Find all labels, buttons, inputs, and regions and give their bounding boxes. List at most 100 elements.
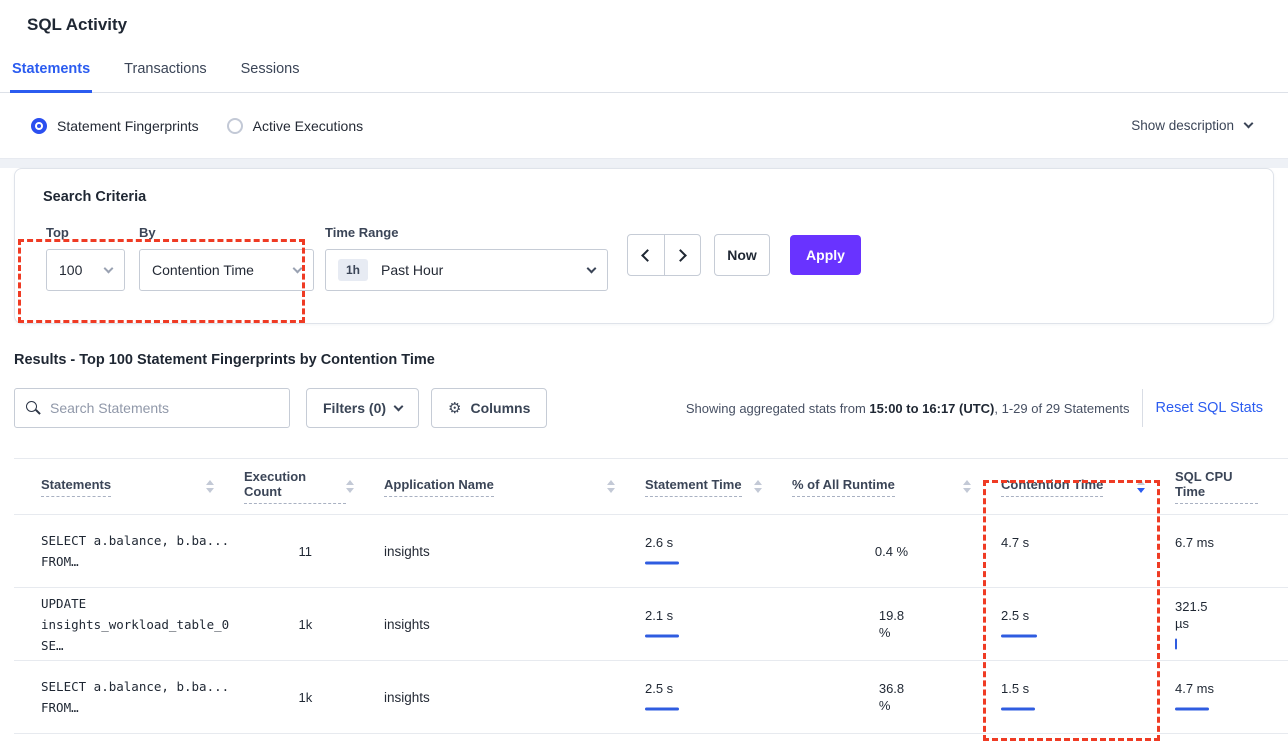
time-range-field-group: Time Range 1h Past Hour <box>325 225 608 291</box>
search-statements-input[interactable] <box>50 400 278 416</box>
pct-runtime-cell: 19.8% <box>792 588 1001 660</box>
header-statement-time[interactable]: Statement Time <box>645 459 792 514</box>
statements-table: Statements Execution Count Application N… <box>14 458 1288 734</box>
time-nav-group <box>627 234 701 276</box>
application-name-cell: insights <box>384 515 645 587</box>
by-select-value: Contention Time <box>152 262 254 278</box>
sql-cpu-time-cell: 6.7 ms <box>1175 515 1288 587</box>
show-description-toggle[interactable]: Show description <box>1131 118 1252 133</box>
top-label: Top <box>46 225 125 240</box>
contention-time-bar <box>1001 703 1175 715</box>
table-row: UPDATE insights_workload_table_0 SE… 1k … <box>14 588 1288 661</box>
statement-link[interactable]: SELECT a.balance, b.ba... FROM… <box>14 515 244 587</box>
show-description-label: Show description <box>1131 118 1234 133</box>
table-header-row: Statements Execution Count Application N… <box>14 459 1288 515</box>
filters-button[interactable]: Filters (0) <box>306 388 419 428</box>
contention-time-cell: 4.7 s <box>1001 515 1175 587</box>
by-field-group: By Contention Time <box>139 225 314 291</box>
divider-strip <box>0 159 1288 168</box>
contention-time-bar <box>1001 630 1175 642</box>
sql-cpu-time-bar <box>1175 557 1288 569</box>
execution-count-cell: 1k <box>244 588 384 660</box>
chevron-down-icon <box>394 401 404 411</box>
statement-time-bar <box>645 703 792 715</box>
chevron-left-icon <box>641 249 654 262</box>
tab-bar: Statements Transactions Sessions <box>0 61 1288 93</box>
top-select-value: 100 <box>59 262 82 278</box>
pct-runtime-cell: 0.4 % <box>792 515 1001 587</box>
tab-transactions[interactable]: Transactions <box>122 61 208 93</box>
now-button[interactable]: Now <box>714 234 770 276</box>
sort-icon[interactable] <box>607 480 615 493</box>
gear-icon: ⚙ <box>448 401 461 416</box>
sort-icon[interactable] <box>346 480 354 493</box>
search-criteria-card: Search Criteria Top 100 By Contention Ti… <box>14 168 1274 324</box>
tab-statements[interactable]: Statements <box>10 61 92 93</box>
statement-link[interactable]: UPDATE insights_workload_table_0 SE… <box>14 588 244 660</box>
results-controls: Filters (0) ⚙ Columns Showing aggregated… <box>14 388 1274 428</box>
chevron-down-icon <box>1244 119 1254 129</box>
sql-cpu-time-bar <box>1175 638 1288 650</box>
chevron-down-icon <box>104 263 114 273</box>
sql-cpu-time-cell: 4.7 ms <box>1175 661 1288 733</box>
statement-time-bar <box>645 630 792 642</box>
by-select[interactable]: Contention Time <box>139 249 314 291</box>
view-toggle-band: Statement Fingerprints Active Executions… <box>0 93 1288 159</box>
header-pct-all-runtime[interactable]: % of All Runtime <box>792 459 1001 514</box>
header-contention-time[interactable]: Contention Time <box>1001 459 1175 514</box>
table-row: SELECT a.balance, b.ba... FROM… 11 insig… <box>14 515 1288 588</box>
radio-label: Statement Fingerprints <box>57 118 199 134</box>
chevron-down-icon <box>587 263 597 273</box>
page-title: SQL Activity <box>27 13 1288 37</box>
sql-cpu-time-cell: 321.5 µs <box>1175 588 1288 660</box>
statement-time-cell: 2.5 s <box>645 661 792 733</box>
previous-time-button[interactable] <box>628 235 665 275</box>
contention-time-cell: 2.5 s <box>1001 588 1175 660</box>
application-name-cell: insights <box>384 588 645 660</box>
by-label: By <box>139 225 314 240</box>
stats-summary: Showing aggregated stats from 15:00 to 1… <box>686 401 1130 416</box>
sort-icon[interactable] <box>963 480 971 493</box>
statement-time-cell: 2.6 s <box>645 515 792 587</box>
apply-button[interactable]: Apply <box>790 235 861 275</box>
header-application-name[interactable]: Application Name <box>384 459 645 514</box>
statement-link[interactable]: SELECT a.balance, b.ba... FROM… <box>14 661 244 733</box>
radio-statement-fingerprints[interactable]: Statement Fingerprints <box>31 118 199 134</box>
next-time-button[interactable] <box>665 235 701 275</box>
contention-time-cell: 1.5 s <box>1001 661 1175 733</box>
radio-label: Active Executions <box>253 118 364 134</box>
radio-unselected-icon[interactable] <box>227 118 243 134</box>
time-range-select[interactable]: 1h Past Hour <box>325 249 608 291</box>
table-row: SELECT a.balance, b.ba... FROM… 1k insig… <box>14 661 1288 734</box>
chevron-down-icon <box>293 263 303 273</box>
radio-selected-icon[interactable] <box>31 118 47 134</box>
chevron-right-icon <box>674 249 687 262</box>
columns-button[interactable]: ⚙ Columns <box>431 388 547 428</box>
top-select[interactable]: 100 <box>46 249 125 291</box>
filters-label: Filters (0) <box>323 400 386 416</box>
results-heading: Results - Top 100 Statement Fingerprints… <box>14 352 1288 368</box>
search-statements-box[interactable] <box>14 388 290 428</box>
contention-time-bar <box>1001 557 1175 569</box>
search-icon <box>26 401 41 416</box>
sort-icon[interactable] <box>754 480 762 493</box>
tab-sessions[interactable]: Sessions <box>239 61 302 93</box>
execution-count-cell: 11 <box>244 515 384 587</box>
reset-sql-stats-link[interactable]: Reset SQL Stats <box>1156 400 1274 416</box>
application-name-cell: insights <box>384 661 645 733</box>
vertical-divider <box>1142 389 1143 427</box>
time-range-value: Past Hour <box>381 262 443 278</box>
sql-cpu-time-bar <box>1175 703 1288 715</box>
time-range-badge: 1h <box>338 259 368 281</box>
time-range-label: Time Range <box>325 225 608 240</box>
header-statements[interactable]: Statements <box>14 459 244 514</box>
radio-active-executions[interactable]: Active Executions <box>227 118 364 134</box>
sort-icon[interactable] <box>1137 480 1145 493</box>
sort-icon[interactable] <box>206 480 214 493</box>
top-field-group: Top 100 <box>46 225 125 291</box>
columns-label: Columns <box>470 400 530 416</box>
header-sql-cpu-time[interactable]: SQL CPU Time <box>1175 459 1288 514</box>
pct-runtime-cell: 36.8% <box>792 661 1001 733</box>
statement-time-bar <box>645 557 792 569</box>
header-execution-count[interactable]: Execution Count <box>244 459 384 514</box>
